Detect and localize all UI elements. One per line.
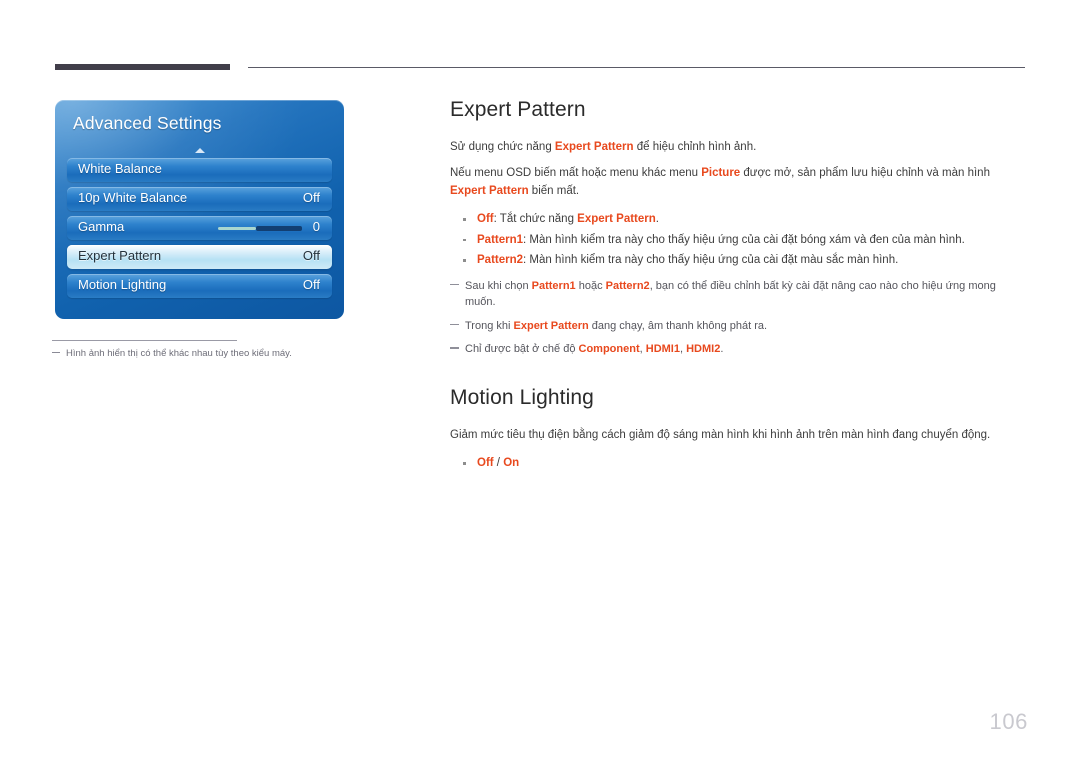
header-divider-line — [248, 67, 1025, 68]
emphasis-term: Pattern1 — [531, 279, 576, 292]
bullet-list-expert-pattern: Off: Tắt chức năng Expert Pattern. Patte… — [450, 209, 1028, 270]
osd-panel-title: Advanced Settings — [73, 113, 222, 133]
text-fragment: hoặc — [575, 279, 606, 292]
note-dash-icon — [450, 323, 459, 326]
osd-menu-list: White Balance 10p White Balance Off Gamm… — [67, 158, 332, 298]
osd-row-value: Off — [302, 190, 320, 205]
note-dash-icon — [450, 347, 459, 349]
emphasis-term: Picture — [701, 167, 741, 180]
text-fragment: : Tắt chức năng — [493, 213, 578, 226]
emphasis-term: On — [503, 457, 520, 470]
text-fragment: đang chạy, âm thanh không phát ra. — [588, 319, 768, 332]
notes-expert-pattern: Sau khi chọn Pattern1 hoặc Pattern2, bạn… — [450, 278, 1028, 358]
emphasis-term: Expert Pattern — [450, 184, 529, 197]
list-item: Pattern2: Màn hình kiểm tra này cho thấy… — [450, 250, 1028, 270]
text-fragment: Sau khi chọn — [465, 279, 532, 292]
text-fragment: / — [493, 457, 504, 470]
section-title-expert-pattern: Expert Pattern — [450, 98, 586, 121]
note-item: Chỉ được bật ở chế độ Component, HDMI1, … — [450, 341, 1028, 358]
header-accent-bar — [55, 64, 230, 70]
article-body: Expert Pattern Sử dụng chức năng Expert … — [450, 98, 1028, 477]
text-fragment: Chỉ được bật ở chế độ — [465, 343, 579, 356]
note-dash-icon — [52, 352, 60, 353]
emphasis-term: Pattern2 — [477, 254, 524, 267]
text-fragment: . — [655, 213, 659, 226]
paragraph-expert-pattern-1: Sử dụng chức năng Expert Pattern để hiệu… — [450, 139, 1028, 156]
osd-row-white-balance[interactable]: White Balance — [67, 158, 332, 182]
osd-row-expert-pattern[interactable]: Expert Pattern Off — [67, 245, 332, 269]
osd-row-gamma[interactable]: Gamma 0 — [67, 216, 332, 240]
osd-row-label: White Balance — [78, 161, 162, 176]
section-title-motion-lighting: Motion Lighting — [450, 385, 594, 409]
paragraph-motion-lighting-1: Giảm mức tiêu thụ điện bằng cách giảm độ… — [450, 427, 1028, 444]
list-item: Pattern1: Màn hình kiểm tra này cho thấy… — [450, 230, 1028, 250]
gamma-slider[interactable] — [218, 226, 302, 231]
osd-row-value: 0 — [312, 219, 320, 234]
caption-text: Hình ảnh hiển thị có thể khác nhau tùy t… — [52, 348, 352, 361]
caption-divider — [52, 340, 237, 341]
osd-row-label: 10p White Balance — [78, 190, 188, 205]
text-fragment: để hiệu chỉnh hình ảnh. — [633, 141, 757, 153]
osd-row-label: Gamma — [78, 219, 125, 234]
list-item: Off: Tắt chức năng Expert Pattern. — [450, 209, 1028, 229]
osd-row-value: Off — [302, 277, 320, 292]
osd-row-motion-lighting[interactable]: Motion Lighting Off — [67, 274, 332, 298]
emphasis-term: Pattern1 — [477, 233, 524, 246]
gamma-slider-track-filled — [218, 227, 256, 230]
emphasis-term: Component — [578, 343, 640, 356]
text-fragment: Trong khi — [465, 319, 514, 332]
text-fragment: Nếu menu OSD biến mất hoặc menu khác men… — [450, 167, 702, 180]
emphasis-term: Expert Pattern — [513, 319, 589, 332]
osd-advanced-settings-panel: Advanced Settings White Balance 10p Whit… — [55, 100, 344, 319]
emphasis-term: Expert Pattern — [554, 141, 634, 153]
gamma-slider-track-remainder — [256, 226, 302, 231]
caption-text-value: Hình ảnh hiển thị có thể khác nhau tùy t… — [66, 348, 292, 359]
text-fragment: biến mất. — [528, 184, 580, 197]
emphasis-term: HDMI1 — [645, 343, 680, 356]
note-item: Trong khi Expert Pattern đang chạy, âm t… — [450, 318, 1028, 335]
osd-caption-note: Hình ảnh hiển thị có thể khác nhau tùy t… — [52, 340, 352, 361]
note-dash-icon — [450, 283, 459, 286]
osd-row-10p-white-balance[interactable]: 10p White Balance Off — [67, 187, 332, 211]
text-fragment: : Màn hình kiểm tra này cho thấy hiệu ứn… — [523, 233, 965, 246]
list-item: Off / On — [450, 453, 1028, 473]
note-item: Sau khi chọn Pattern1 hoặc Pattern2, bạn… — [450, 278, 1028, 311]
triangle-up-icon — [55, 140, 344, 153]
bullet-list-motion-lighting: Off / On — [450, 453, 1028, 473]
text-fragment: Sử dụng chức năng — [450, 141, 555, 153]
emphasis-term: Pattern2 — [605, 279, 650, 292]
emphasis-term: Expert Pattern — [577, 213, 656, 226]
emphasis-term: HDMI2 — [686, 343, 721, 356]
emphasis-term: Off — [477, 213, 494, 226]
page-number: 106 — [989, 709, 1028, 734]
osd-row-label: Motion Lighting — [78, 277, 167, 292]
osd-row-value: Off — [302, 248, 320, 263]
page-header-rules — [0, 0, 1080, 90]
text-fragment: : Màn hình kiểm tra này cho thấy hiệu ứn… — [523, 254, 899, 267]
text-fragment: . — [720, 343, 724, 356]
text-fragment: Giảm mức tiêu thụ điện bằng cách giảm độ… — [450, 428, 991, 441]
text-fragment: được mở, sản phẩm lưu hiệu chỉnh và màn … — [740, 167, 990, 180]
paragraph-expert-pattern-2: Nếu menu OSD biến mất hoặc menu khác men… — [450, 165, 1028, 200]
emphasis-term: Off — [477, 457, 494, 470]
osd-row-label: Expert Pattern — [78, 248, 162, 263]
